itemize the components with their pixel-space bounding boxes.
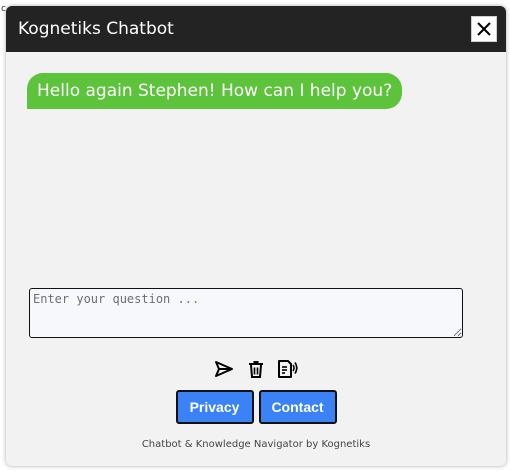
chatbot-title: Kognetiks Chatbot [18, 19, 174, 39]
chatbot-header: Kognetiks Chatbot [6, 6, 506, 52]
close-button[interactable] [471, 16, 497, 42]
delete-button[interactable] [245, 358, 267, 380]
chatbot-window: Kognetiks Chatbot Hello again Stephen! H… [6, 6, 506, 466]
question-input[interactable] [29, 288, 463, 338]
trash-icon [249, 361, 263, 378]
bot-message-bubble: Hello again Stephen! How can I help you? [27, 73, 403, 109]
action-icon-row [6, 358, 506, 380]
link-button-row: Privacy Contact [6, 390, 506, 424]
send-button[interactable] [213, 358, 235, 380]
read-aloud-button[interactable] [277, 358, 299, 380]
send-icon [215, 361, 233, 377]
close-icon [477, 22, 491, 36]
privacy-button[interactable]: Privacy [175, 390, 254, 424]
footer-credit: Chatbot & Knowledge Navigator by Kogneti… [141, 439, 371, 450]
contact-button[interactable]: Contact [258, 390, 337, 424]
text-to-speech-icon [278, 360, 298, 378]
